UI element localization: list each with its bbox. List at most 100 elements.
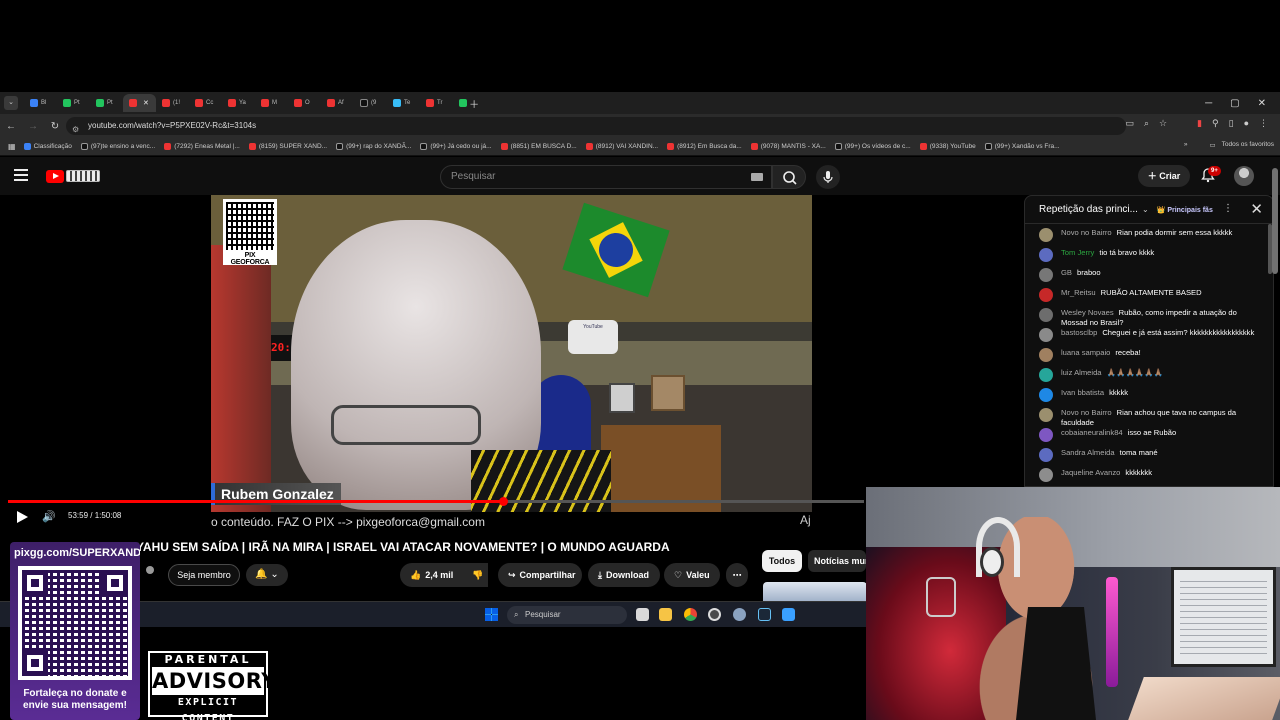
- bookmark-star-icon[interactable]: ☆: [1159, 118, 1167, 129]
- bookmark-item[interactable]: (8851) EM BUSCA D...: [500, 143, 577, 150]
- back-icon[interactable]: ←: [0, 121, 22, 132]
- cast-icon[interactable]: ▭: [1125, 118, 1134, 129]
- browser-tab[interactable]: (1!: [156, 94, 189, 112]
- chat-avatar[interactable]: [1039, 368, 1053, 382]
- chat-author[interactable]: luiz Almeida: [1061, 368, 1102, 377]
- browser-tab[interactable]: (9: [354, 94, 387, 112]
- bookmark-item[interactable]: (8912) VAI XANDIN...: [585, 143, 658, 150]
- task-view-icon[interactable]: [636, 608, 649, 621]
- url-field[interactable]: ⚙ youtube.com/watch?v=P5PXE02V-Rc&t=3104…: [66, 117, 1126, 135]
- chat-author[interactable]: Novo no Bairro: [1061, 228, 1112, 237]
- chat-author[interactable]: Ivan bbatista: [1061, 388, 1104, 397]
- video-player[interactable]: YouTube 20: PIX GEOFORCA Rubem Gonzalez: [211, 195, 812, 512]
- subscription-bell-button[interactable]: 🔔 ⌄: [246, 564, 288, 586]
- settings-gear-icon[interactable]: [733, 608, 746, 621]
- chat-avatar[interactable]: [1039, 408, 1053, 422]
- chat-author[interactable]: Wesley Novaes: [1061, 308, 1114, 317]
- more-bookmarks-icon[interactable]: »: [1184, 141, 1188, 149]
- chat-avatar[interactable]: [1039, 428, 1053, 442]
- chat-avatar[interactable]: [1039, 348, 1053, 362]
- extension-icon[interactable]: ⚲: [1212, 118, 1219, 129]
- play-button[interactable]: [15, 510, 29, 524]
- minimize-icon[interactable]: ─: [1205, 98, 1212, 109]
- browser-tab[interactable]: Tr: [420, 94, 453, 112]
- windows-start-icon[interactable]: [485, 608, 498, 621]
- bookmark-item[interactable]: (99+) Os vídeos de c...: [834, 143, 911, 150]
- youtube-logo[interactable]: [46, 168, 102, 184]
- maximize-icon[interactable]: ▢: [1230, 98, 1239, 109]
- top-fans-badge[interactable]: 👑 Principais fãs: [1157, 206, 1213, 214]
- hamburger-menu-icon[interactable]: [14, 169, 28, 181]
- sidebar-icon[interactable]: ▯: [1229, 118, 1234, 129]
- share-button[interactable]: ↪ Compartilhar: [498, 563, 582, 587]
- browser-tab[interactable]: Te: [387, 94, 420, 112]
- bookmark-item[interactable]: (8159) SUPER XAND...: [248, 143, 327, 150]
- browser-tab[interactable]: Pt: [57, 94, 90, 112]
- close-icon[interactable]: ✕: [1250, 200, 1263, 218]
- video-progress-bar[interactable]: [8, 497, 864, 506]
- bookmark-item[interactable]: (99+) rap do XANDÃ...: [336, 143, 411, 150]
- zoom-icon[interactable]: ⌕: [1144, 118, 1149, 129]
- profile-icon[interactable]: ●: [1244, 118, 1249, 129]
- extension-red-icon[interactable]: ▮: [1197, 118, 1202, 129]
- browser-tab[interactable]: Bl: [24, 94, 57, 112]
- site-info-icon[interactable]: ⚙: [72, 121, 82, 134]
- browser-tab[interactable]: Pt: [90, 94, 123, 112]
- bookmark-item[interactable]: (9338) YouTube: [919, 143, 976, 150]
- browser-tab[interactable]: Ya: [222, 94, 255, 112]
- chat-avatar[interactable]: [1039, 328, 1053, 342]
- bookmark-item[interactable]: (7292) Eneas Metal |...: [164, 143, 240, 150]
- chat-author[interactable]: Tom Jerry: [1061, 248, 1094, 257]
- chrome-icon[interactable]: [684, 608, 697, 621]
- browser-tab[interactable]: O: [288, 94, 321, 112]
- bookmark-item[interactable]: (9078) MANTIS - XA...: [750, 143, 826, 150]
- browser-menu-icon[interactable]: ⋮: [1259, 118, 1268, 129]
- chat-avatar[interactable]: [1039, 448, 1053, 462]
- taskbar-search[interactable]: ⌕ Pesquisar: [507, 606, 627, 624]
- bookmark-item[interactable]: (99+) Já cedo ou já...: [420, 143, 492, 150]
- tab-search-icon[interactable]: ⌄: [4, 96, 18, 110]
- browser-tab[interactable]: Cc: [189, 94, 222, 112]
- all-favorites-link[interactable]: Todos os favoritos: [1222, 141, 1274, 149]
- bookmark-item[interactable]: (99+) Xandão vs Fra...: [984, 143, 1060, 150]
- chip-world-news[interactable]: Notícias mundi: [808, 550, 866, 572]
- page-scrollbar[interactable]: [1272, 168, 1278, 274]
- chat-avatar[interactable]: [1039, 468, 1053, 482]
- chat-author[interactable]: GB: [1061, 268, 1072, 277]
- voice-search-button[interactable]: [816, 165, 840, 189]
- chip-all[interactable]: Todos: [762, 550, 802, 572]
- dislike-button[interactable]: 👎: [462, 563, 492, 587]
- chat-avatar[interactable]: [1039, 388, 1053, 402]
- photos-icon[interactable]: [782, 608, 795, 621]
- steam-icon[interactable]: [758, 608, 771, 621]
- chevron-down-icon[interactable]: ⌄: [1142, 205, 1149, 214]
- scrubber-handle[interactable]: [498, 497, 508, 506]
- apps-grid-icon[interactable]: ▦: [8, 142, 16, 151]
- download-button[interactable]: ⤓ Download: [588, 563, 660, 587]
- chat-avatar[interactable]: [1039, 248, 1053, 262]
- chat-author[interactable]: cobaianeuralink84: [1061, 428, 1123, 437]
- chat-avatar[interactable]: [1039, 308, 1053, 322]
- discord-like-icon[interactable]: [708, 608, 721, 621]
- search-button[interactable]: [772, 165, 806, 189]
- recommended-thumbnail[interactable]: [763, 582, 867, 602]
- chat-author[interactable]: luana sampaio: [1061, 348, 1110, 357]
- search-input[interactable]: Pesquisar: [440, 165, 772, 189]
- chat-avatar[interactable]: [1039, 228, 1053, 242]
- chat-author[interactable]: Mr_Reitsu: [1061, 288, 1096, 297]
- browser-tab[interactable]: Af: [321, 94, 354, 112]
- bookmark-item[interactable]: Classificação: [23, 143, 72, 150]
- close-tab-icon[interactable]: ✕: [143, 99, 149, 107]
- browser-tab[interactable]: ✕: [123, 94, 156, 112]
- chat-author[interactable]: Novo no Bairro: [1061, 408, 1112, 417]
- forward-icon[interactable]: →: [22, 121, 44, 132]
- chat-avatar[interactable]: [1039, 288, 1053, 302]
- join-button[interactable]: Seja membro: [168, 564, 240, 586]
- new-tab-button[interactable]: ＋: [469, 96, 479, 111]
- bookmark-item[interactable]: (8912) Em Busca da...: [667, 143, 742, 150]
- bookmark-item[interactable]: (97)te ensino a venc...: [80, 143, 155, 150]
- chat-author[interactable]: Sandra Almeida: [1061, 448, 1115, 457]
- close-window-icon[interactable]: ✕: [1258, 98, 1266, 109]
- create-button[interactable]: ＋ Criar: [1138, 165, 1190, 187]
- chat-author[interactable]: Jaqueline Avanzo: [1061, 468, 1120, 477]
